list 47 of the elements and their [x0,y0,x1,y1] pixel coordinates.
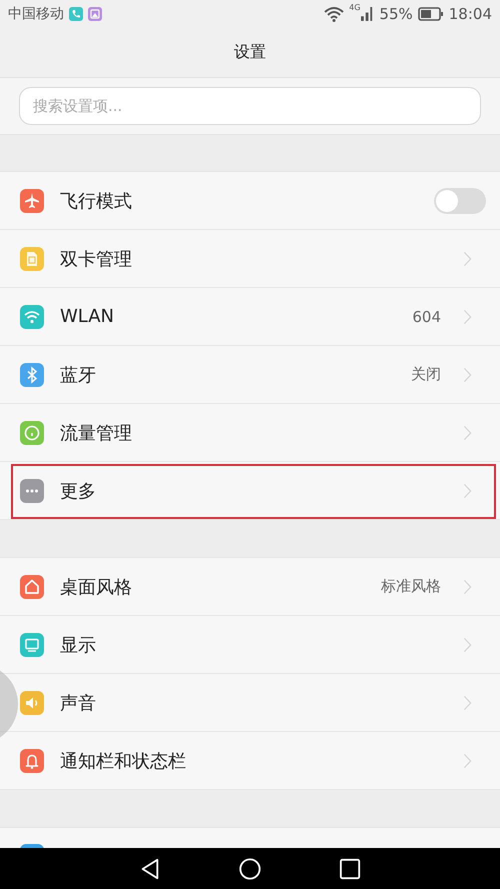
chevron-icon [463,694,472,711]
phone-app-icon [69,6,83,21]
settings-row[interactable]: 声音 [0,674,500,732]
settings-row[interactable]: 通知栏和状态栏 [0,732,500,790]
chevron-icon [463,424,472,441]
setting-label: 通知栏和状态栏 [60,750,186,773]
setting-label: 飞行模式 [60,190,132,213]
search-field[interactable]: 搜索设置项... [19,86,481,125]
toggle-switch[interactable] [434,188,486,214]
setting-value: 604 [412,308,441,326]
settings-row[interactable]: 桌面风格 标准风格 [0,558,500,616]
signal-icon [361,6,374,22]
settings-row[interactable]: 双卡管理 [0,230,500,288]
settings-row[interactable]: 更多 [0,462,500,520]
setting-label: 声音 [60,692,96,715]
settings-row[interactable]: 蓝牙 关闭 [0,346,500,404]
home-icon[interactable] [239,858,261,880]
gallery-app-icon [88,6,102,21]
network-type: 4G [349,3,360,12]
chevron-icon [463,366,472,383]
settings-row[interactable]: 流量管理 [0,404,500,462]
page-title: 设置 [234,42,266,63]
setting-value: 关闭 [411,365,441,384]
chevron-icon [463,636,472,653]
chevron-icon [463,752,472,769]
chevron-icon [463,578,472,595]
recent-apps-icon[interactable] [339,858,361,880]
setting-label: 蓝牙 [60,364,96,387]
setting-value: 标准风格 [381,577,441,596]
chevron-icon [463,250,472,267]
carrier-name: 中国移动 [8,4,64,23]
clock: 18:04 [448,4,492,23]
wifi-icon [324,6,344,22]
back-icon[interactable] [139,858,161,880]
setting-label: WLAN [60,306,114,328]
setting-label: 显示 [60,634,96,657]
battery-percent: 55% [379,4,413,23]
setting-label: 桌面风格 [60,576,132,599]
settings-row[interactable]: WLAN 604 [0,288,500,346]
chevron-icon [463,482,472,499]
setting-label: 双卡管理 [60,248,132,271]
settings-row[interactable]: 飞行模式 [0,172,500,230]
chevron-icon [463,308,472,325]
setting-label: 更多 [60,480,96,503]
setting-label: 流量管理 [60,422,132,445]
battery-icon [418,6,444,21]
settings-row[interactable]: 显示 [0,616,500,674]
